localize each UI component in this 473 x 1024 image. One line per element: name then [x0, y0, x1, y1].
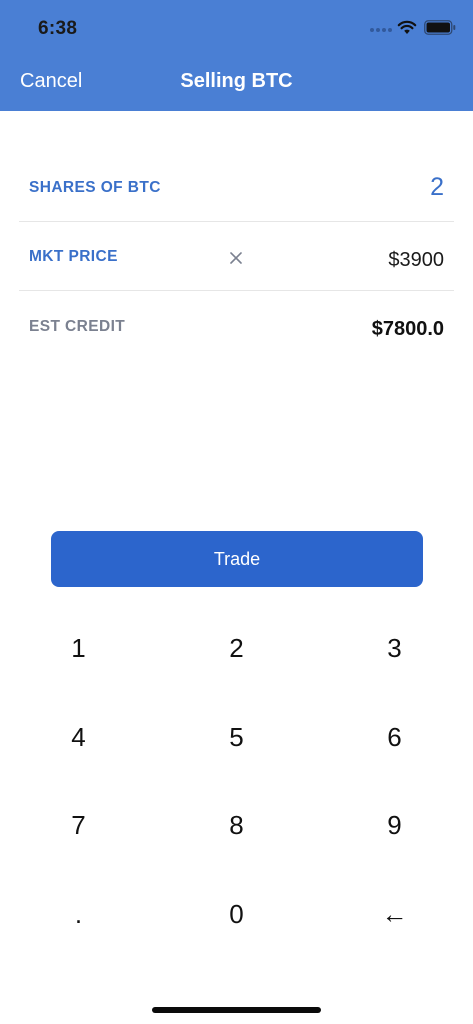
key-0[interactable]: 0	[158, 870, 315, 958]
key-4[interactable]: 4	[0, 693, 157, 781]
battery-icon	[424, 20, 456, 35]
wifi-icon	[397, 20, 417, 34]
key-decimal[interactable]: .	[0, 870, 157, 958]
times-icon	[230, 252, 242, 264]
key-7[interactable]: 7	[0, 781, 157, 869]
key-8[interactable]: 8	[158, 781, 315, 869]
market-price-value: $3900	[388, 249, 444, 271]
market-price-row: MKT PRICE $3900	[19, 221, 454, 291]
shares-row[interactable]: SHARES OF BTC 2	[19, 152, 454, 222]
est-credit-label: EST CREDIT	[29, 318, 126, 335]
key-2[interactable]: 2	[158, 604, 315, 692]
signal-dots-icon	[370, 28, 392, 32]
key-9[interactable]: 9	[316, 781, 473, 869]
header-bar: 6:38 Cancel Selling BTC	[0, 0, 473, 111]
trade-button[interactable]: Trade	[51, 531, 423, 587]
key-5[interactable]: 5	[158, 693, 315, 781]
shares-label: SHARES OF BTC	[29, 179, 161, 196]
key-3[interactable]: 3	[316, 604, 473, 692]
market-price-label: MKT PRICE	[29, 248, 118, 265]
key-6[interactable]: 6	[316, 693, 473, 781]
key-1[interactable]: 1	[0, 604, 157, 692]
shares-input[interactable]: 2	[430, 173, 444, 202]
cancel-button[interactable]: Cancel	[20, 70, 82, 93]
est-credit-value: $7800.0	[371, 318, 444, 340]
backspace-key[interactable]: ←	[316, 870, 473, 958]
est-credit-row: EST CREDIT $7800.0	[19, 290, 454, 359]
home-indicator[interactable]	[152, 1007, 321, 1013]
status-time: 6:38	[38, 18, 78, 39]
